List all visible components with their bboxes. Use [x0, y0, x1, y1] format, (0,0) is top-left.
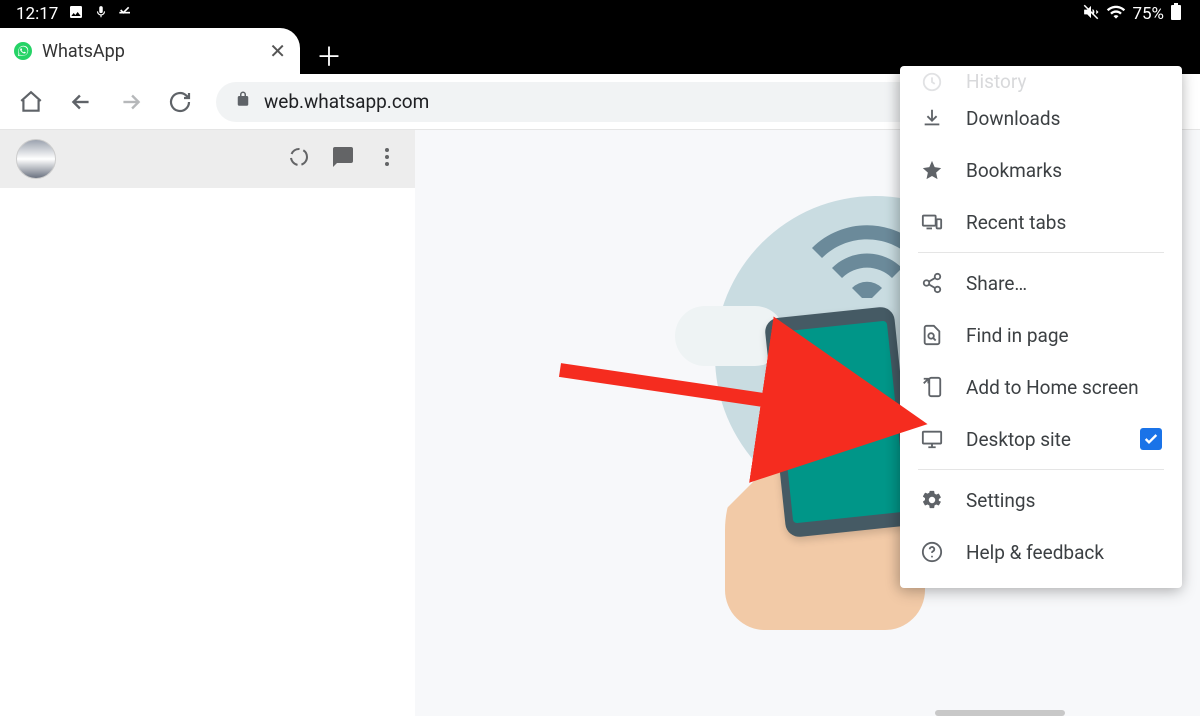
status-icon[interactable] [287, 145, 311, 173]
desktop-site-checkbox[interactable] [1140, 428, 1162, 450]
star-icon [920, 158, 944, 182]
menu-item-history[interactable]: History [900, 70, 1182, 92]
menu-item-recent-tabs[interactable]: Recent tabs [900, 196, 1182, 248]
add-to-home-screen-icon [920, 375, 944, 399]
menu-divider [918, 252, 1164, 253]
menu-item-settings[interactable]: Settings [900, 474, 1182, 526]
menu-item-downloads[interactable]: Downloads [900, 92, 1182, 144]
download-icon [920, 106, 944, 130]
help-icon [920, 540, 944, 564]
new-chat-icon[interactable] [331, 145, 355, 173]
menu-item-bookmarks[interactable]: Bookmarks [900, 144, 1182, 196]
back-button[interactable] [68, 89, 94, 115]
illustration-whatsapp-icon [811, 393, 868, 450]
whatsapp-favicon-icon [14, 42, 32, 60]
lock-icon [234, 90, 252, 113]
status-time: 12:17 [16, 4, 58, 24]
home-button[interactable] [18, 89, 44, 115]
reload-button[interactable] [168, 90, 192, 114]
whatsapp-sidebar [0, 130, 415, 716]
mic-icon [94, 4, 108, 24]
menu-item-add-to-home-screen[interactable]: Add to Home screen [900, 361, 1182, 413]
status-bar: 12:17 75% [0, 0, 1200, 28]
desktop-icon [920, 427, 944, 451]
chrome-overflow-menu: History Downloads Bookmarks Recent tabs … [900, 66, 1182, 588]
mute-icon [1082, 3, 1100, 26]
menu-item-find-in-page[interactable]: Find in page [900, 309, 1182, 361]
image-icon [68, 4, 84, 25]
devices-icon [920, 210, 944, 234]
check-icon [118, 4, 134, 25]
wifi-icon [1106, 2, 1126, 27]
find-in-page-icon [920, 323, 944, 347]
gesture-bar[interactable] [935, 710, 1065, 716]
menu-item-share[interactable]: Share… [900, 257, 1182, 309]
battery-text: 75% [1132, 4, 1164, 24]
close-tab-icon[interactable]: ✕ [263, 39, 286, 63]
menu-dots-icon[interactable] [375, 145, 399, 173]
sidebar-header [0, 130, 415, 188]
new-tab-button[interactable]: ＋ [316, 37, 342, 74]
share-icon [920, 271, 944, 295]
tab-whatsapp[interactable]: WhatsApp ✕ [0, 28, 300, 74]
forward-button[interactable] [118, 89, 144, 115]
menu-item-help[interactable]: Help & feedback [900, 526, 1182, 578]
url-text: web.whatsapp.com [264, 90, 429, 113]
tab-title: WhatsApp [42, 41, 253, 62]
battery-icon [1170, 3, 1182, 26]
gear-icon [920, 488, 944, 512]
menu-divider [918, 469, 1164, 470]
menu-item-desktop-site[interactable]: Desktop site [900, 413, 1182, 465]
history-icon [920, 70, 944, 92]
avatar[interactable] [16, 139, 56, 179]
illustration-phone [764, 306, 916, 538]
